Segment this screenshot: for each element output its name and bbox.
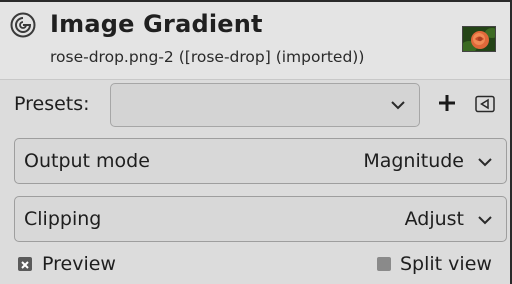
output-mode-value: Magnitude — [363, 150, 464, 172]
split-view-label[interactable]: Split view — [400, 253, 492, 275]
split-view-checkbox[interactable] — [377, 257, 391, 271]
presets-menu-button[interactable] — [474, 95, 496, 113]
preview-checkbox[interactable] — [18, 257, 32, 271]
clipping-label: Clipping — [24, 208, 102, 230]
image-subtitle: rose-drop.png-2 ([rose-drop] (imported)) — [50, 48, 365, 66]
output-mode-dropdown[interactable]: Output mode Magnitude — [14, 138, 507, 184]
clipping-value: Adjust — [404, 208, 464, 230]
chevron-down-icon — [478, 158, 492, 167]
preview-label[interactable]: Preview — [42, 253, 116, 275]
output-mode-label: Output mode — [24, 150, 150, 172]
gegl-spiral-icon — [10, 12, 36, 38]
clipping-dropdown[interactable]: Clipping Adjust — [14, 196, 507, 242]
presets-label: Presets: — [14, 93, 90, 115]
dialog-title: Image Gradient — [50, 10, 263, 38]
rose-thumbnail — [462, 26, 496, 52]
image-gradient-dialog: Image Gradient rose-drop.png-2 ([rose-dr… — [0, 0, 512, 284]
dialog-header: Image Gradient rose-drop.png-2 ([rose-dr… — [0, 2, 510, 80]
check-mark-icon — [21, 261, 29, 269]
add-preset-button[interactable] — [436, 92, 458, 114]
presets-dropdown[interactable] — [110, 83, 420, 127]
chevron-down-icon — [478, 216, 492, 225]
chevron-down-icon — [391, 101, 405, 110]
